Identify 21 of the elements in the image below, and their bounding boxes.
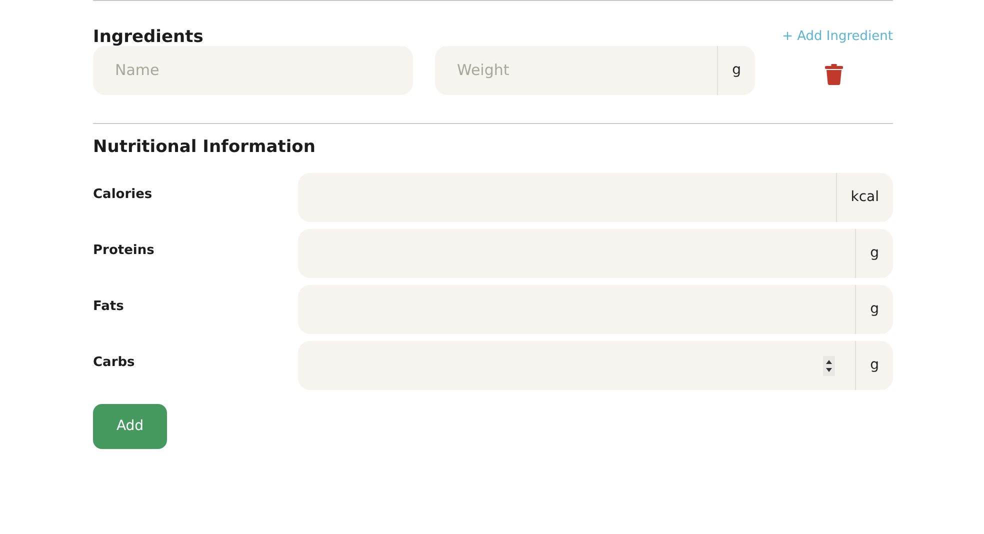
number-input-group[interactable]: g [298,285,893,334]
field-label: Calories [93,186,154,204]
unit-label: g [855,229,893,278]
section-heading: Ingredients [93,26,204,48]
delete-icon[interactable] [825,64,843,85]
unit-label: g [855,341,893,390]
unit-label: g [855,285,893,334]
number-input-group[interactable]: kcal [298,173,893,222]
spinner-icon[interactable] [823,356,836,376]
name-field[interactable]: Name [93,46,413,95]
field-label: Proteins [93,242,156,260]
unit-label: g [717,46,755,95]
unit-label: kcal [836,173,893,222]
field-label: Fats [93,298,125,316]
weight-input-group[interactable]: Weight g [435,46,755,95]
field-label: Carbs [93,354,136,372]
add-button[interactable]: Add [93,404,167,449]
weight-field[interactable]: Weight [435,46,718,95]
number-input-group[interactable]: g [298,341,893,390]
section-heading: Nutritional Information [93,137,316,159]
number-input-group[interactable]: g [298,229,893,278]
